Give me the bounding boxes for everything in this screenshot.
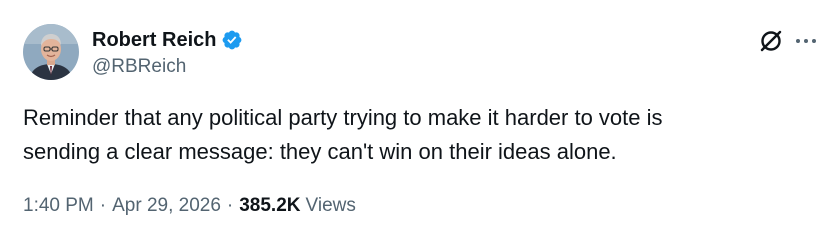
tweet-time[interactable]: 1:40 PM bbox=[23, 193, 94, 219]
tweet-text: Reminder that any political party trying… bbox=[23, 105, 663, 164]
avatar[interactable] bbox=[23, 24, 79, 80]
meta-separator: · bbox=[226, 195, 234, 216]
avatar-photo bbox=[23, 24, 79, 80]
author-name-row: Robert Reich bbox=[92, 27, 243, 53]
author-handle[interactable]: @RBReich bbox=[92, 55, 186, 79]
views-label: Views bbox=[305, 195, 356, 216]
tweet-meta: 1:40 PM · Apr 29, 2026 · 385.2K Views bbox=[23, 193, 356, 219]
grok-slashed-circle-icon[interactable] bbox=[758, 28, 784, 54]
more-horizontal-icon[interactable] bbox=[793, 30, 819, 52]
tweet-date[interactable]: Apr 29, 2026 bbox=[112, 193, 221, 219]
display-name[interactable]: Robert Reich bbox=[92, 28, 216, 52]
verified-badge-icon bbox=[221, 29, 243, 51]
views-count: 385.2K bbox=[239, 195, 301, 216]
tweet-card: Robert Reich @RBReich Reminder that any … bbox=[0, 0, 839, 240]
meta-separator: · bbox=[99, 195, 107, 216]
